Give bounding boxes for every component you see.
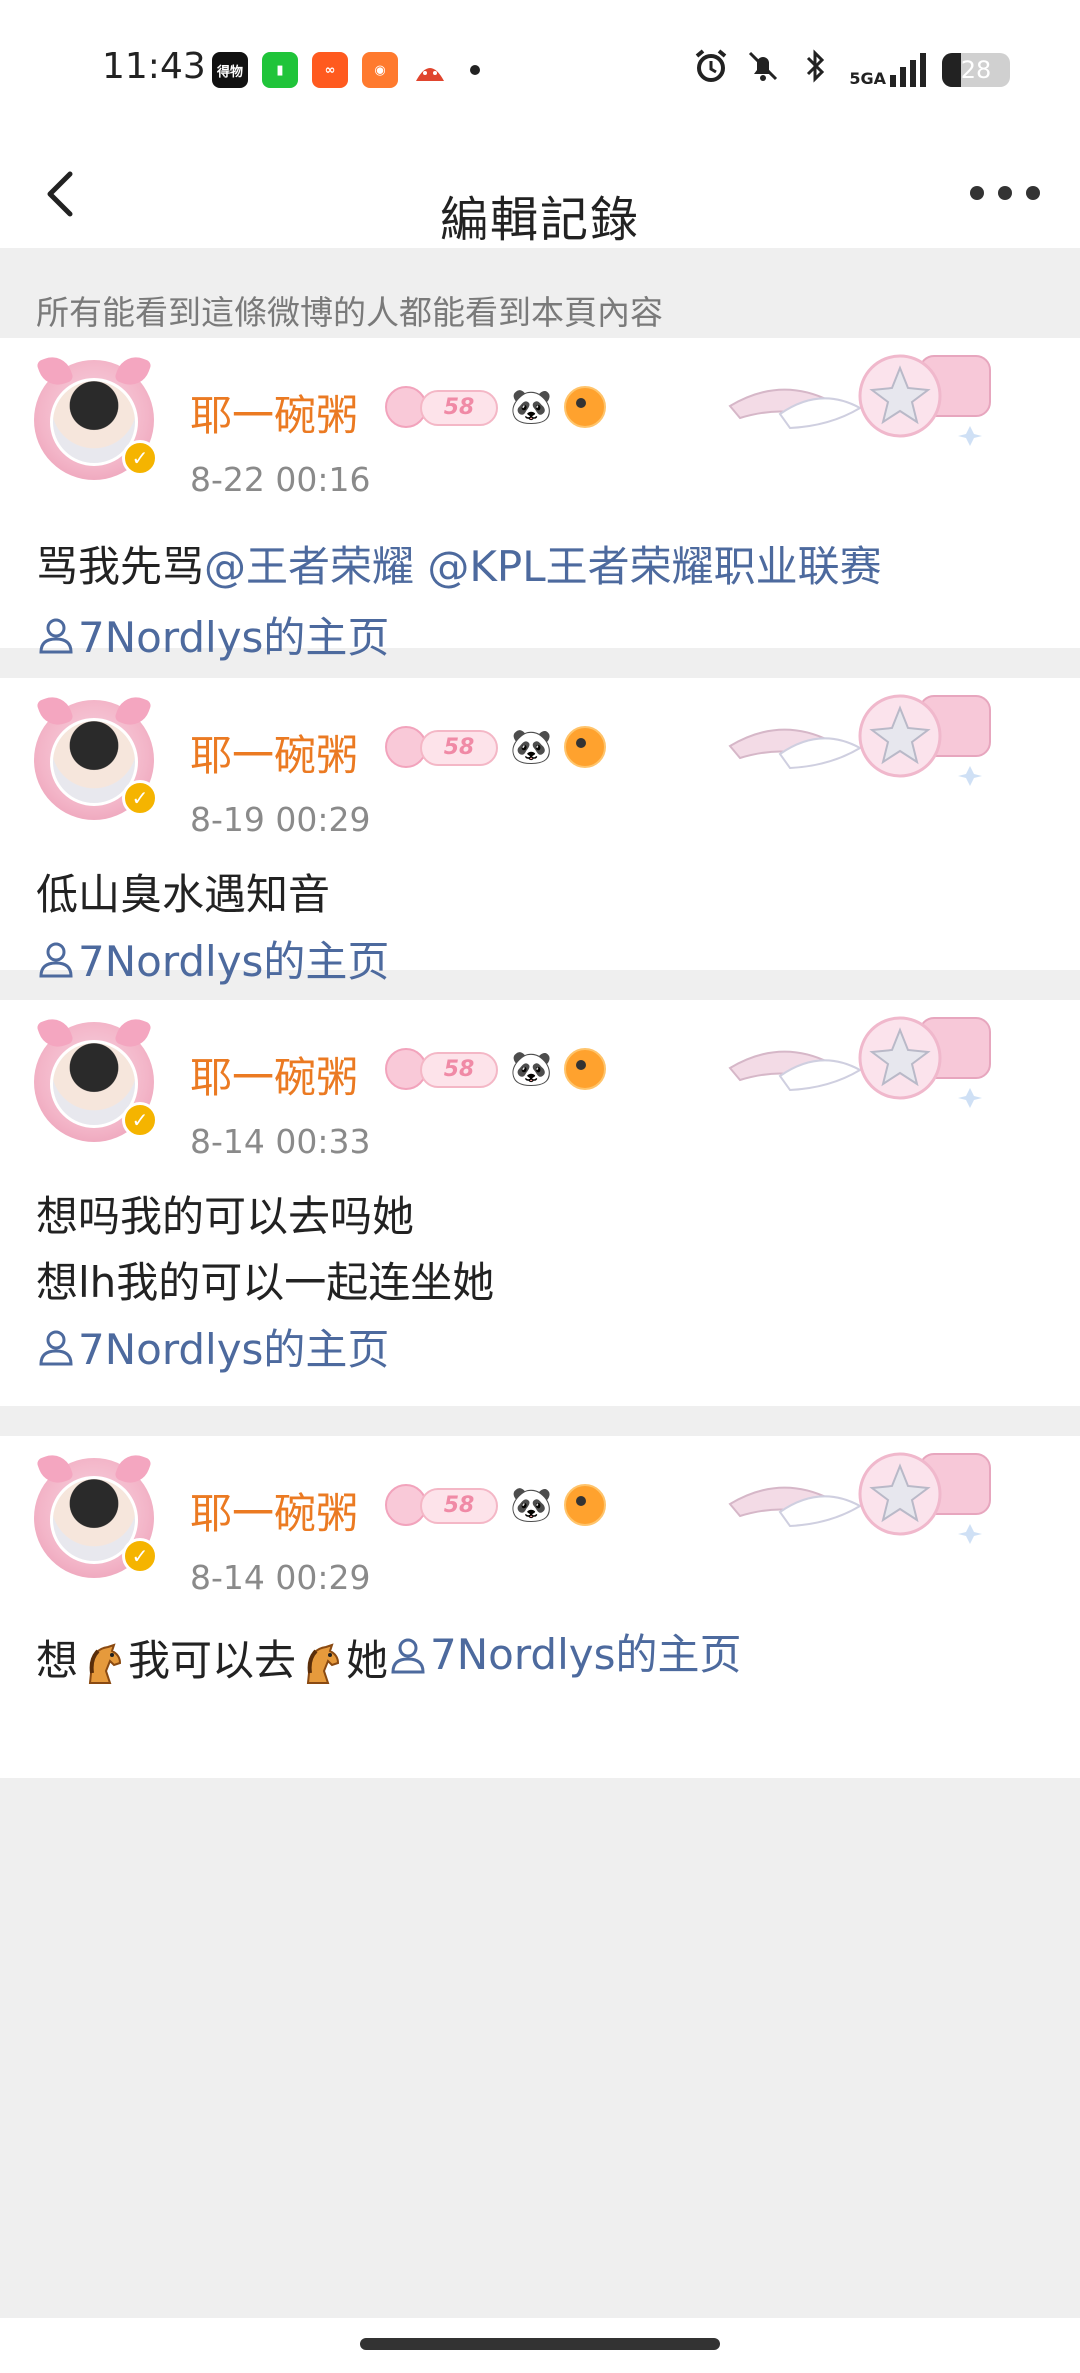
more-dot-icon	[970, 186, 984, 200]
panda-badge-icon: 🐼	[510, 1049, 553, 1089]
card-decoration-icon	[728, 354, 991, 446]
avatar[interactable]: ✓	[34, 691, 158, 820]
battery-level: 28	[960, 56, 992, 84]
more-notifications-dot	[470, 65, 480, 75]
home-indicator[interactable]	[360, 2338, 720, 2350]
post-text: 想吗我的可以去吗她	[36, 1192, 415, 1241]
visibility-notice: 所有能看到這條微博的人都能看到本頁內容	[0, 248, 1080, 338]
level-badge: 58	[420, 730, 498, 766]
mention-link[interactable]: @王者荣耀 @KPL王者荣耀职业联赛	[204, 542, 882, 591]
nav-bar: 編輯記錄	[0, 140, 1080, 248]
panda-badge-icon: 🐼	[510, 1485, 553, 1525]
homepage-link-label: 7Nordlys的主页	[78, 1325, 390, 1374]
game-app-icon	[412, 52, 448, 88]
fish-badge-icon	[564, 386, 606, 428]
post-content-line: 想lh我的可以一起连坐她	[36, 1250, 494, 1316]
edit-record-card: ✓ 耶一碗粥 58 🐼 8-14 00:29 想我可以去她 7Nordlys的主页	[0, 1436, 1080, 1778]
level-badge: 58	[420, 390, 498, 426]
post-content-line: 想我可以去她 7Nordlys的主页	[36, 1622, 741, 1694]
avatar[interactable]: ✓	[34, 351, 158, 480]
post-text: 我可以去	[128, 1636, 297, 1685]
post-content-line: 想吗我的可以去吗她	[36, 1184, 414, 1250]
mute-bell-icon	[745, 48, 781, 92]
card-decoration-icon	[728, 694, 991, 786]
iqiyi-app-icon: ▮	[262, 52, 298, 88]
card-decoration-icon	[728, 1016, 991, 1108]
horse-emoji-icon	[88, 1642, 122, 1684]
system-indicators: 5GA 28	[693, 48, 1010, 92]
card-decoration-icon	[728, 1452, 991, 1544]
post-time: 8-14 00:33	[190, 1122, 371, 1161]
fish-badge-icon	[564, 1484, 606, 1526]
verified-badge-icon: ✓	[122, 1538, 158, 1574]
username[interactable]: 耶一碗粥	[190, 1480, 358, 1541]
post-text: 骂我先骂	[36, 542, 205, 591]
dewu-app-icon: 得物	[212, 52, 248, 88]
fish-badge-icon	[564, 726, 606, 768]
post-time: 8-19 00:29	[190, 800, 371, 839]
user-homepage-link[interactable]: 7Nordlys的主页	[36, 604, 389, 665]
user-homepage-link[interactable]: 7Nordlys的主页	[388, 1622, 741, 1688]
homepage-link-label: 7Nordlys的主页	[78, 613, 390, 662]
username[interactable]: 耶一碗粥	[190, 722, 358, 783]
user-icon	[39, 942, 73, 977]
horse-emoji-icon	[306, 1642, 340, 1684]
post-content-line: 骂我先骂@王者荣耀 @KPL王者荣耀职业联赛	[36, 534, 882, 600]
notification-icons: 得物 ▮ ∞ ◉	[212, 52, 480, 88]
avatar[interactable]: ✓	[34, 1449, 158, 1578]
battery-icon: 28	[942, 53, 1010, 87]
user-icon	[39, 618, 73, 653]
username[interactable]: 耶一碗粥	[190, 1044, 358, 1105]
post-content-line: 低山臭水遇知音	[36, 862, 330, 928]
panda-badge-icon: 🐼	[510, 387, 553, 427]
post-text: 她	[346, 1636, 389, 1685]
homepage-link-label: 7Nordlys的主页	[78, 937, 390, 986]
status-time: 11:43	[102, 46, 206, 87]
user-icon	[391, 1638, 425, 1674]
avatar[interactable]: ✓	[34, 1013, 158, 1142]
post-text: 想lh我的可以一起连坐她	[36, 1258, 495, 1307]
bluetooth-icon	[797, 48, 833, 92]
verified-badge-icon: ✓	[122, 1102, 158, 1138]
fan-app-icon: ◉	[362, 52, 398, 88]
status-bar: 11:43 得物 ▮ ∞ ◉ 5GA 28	[0, 0, 1080, 140]
post-time: 8-22 00:16	[190, 460, 371, 499]
level-badge: 58	[420, 1052, 498, 1088]
username[interactable]: 耶一碗粥	[190, 382, 358, 443]
post-text: 低山臭水遇知音	[36, 870, 331, 919]
more-options-button[interactable]	[970, 178, 1040, 208]
homepage-link-label: 7Nordlys的主页	[430, 1630, 742, 1679]
verified-badge-icon: ✓	[122, 440, 158, 476]
panda-badge-icon: 🐼	[510, 727, 553, 767]
fish-badge-icon	[564, 1048, 606, 1090]
user-homepage-link[interactable]: 7Nordlys的主页	[36, 1316, 389, 1377]
post-text: 想	[36, 1636, 79, 1685]
edit-record-card: ✓ 耶一碗粥 58 🐼 8-14 00:33 想吗我的可以去吗她想lh我的可以一…	[0, 1000, 1080, 1406]
verified-badge-icon: ✓	[122, 780, 158, 816]
edit-record-card: ✓ 耶一碗粥 58 🐼 8-19 00:29 低山臭水遇知音 7Nordlys的主…	[0, 678, 1080, 986]
xiaohongshu-app-icon: ∞	[312, 52, 348, 88]
level-badge: 58	[420, 1488, 498, 1524]
user-icon	[39, 1330, 73, 1365]
cellular-signal-icon: 5GA	[849, 53, 926, 87]
page-title: 編輯記錄	[439, 192, 640, 248]
post-time: 8-14 00:29	[190, 1558, 371, 1597]
user-homepage-link[interactable]: 7Nordlys的主页	[36, 928, 389, 989]
alarm-icon	[693, 48, 729, 92]
edit-record-card: ✓ 耶一碗粥 58 🐼 8-22 00:16 骂我先骂@王者荣耀 @KPL王者荣…	[0, 338, 1080, 662]
